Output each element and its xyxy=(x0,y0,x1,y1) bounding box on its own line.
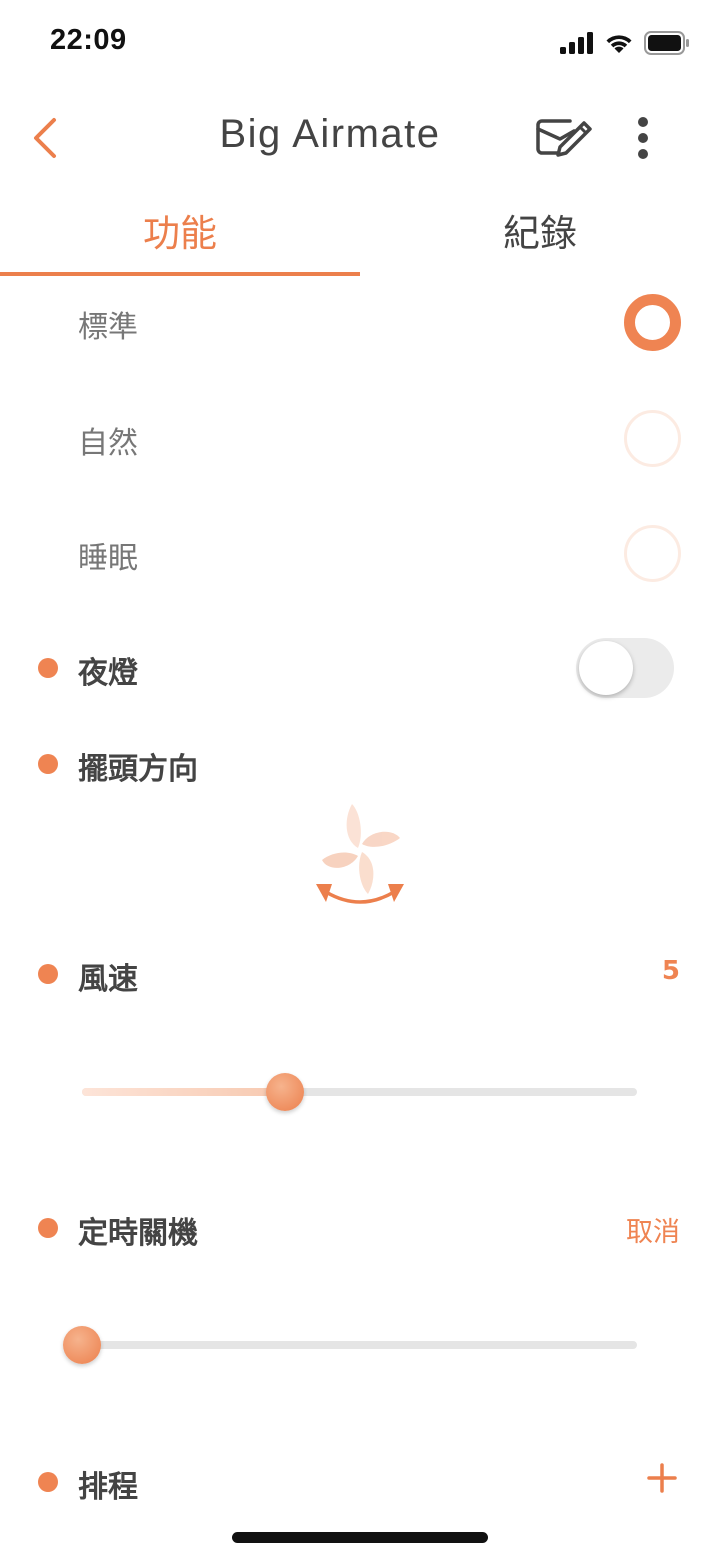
fan-speed-value: 5 xyxy=(661,956,680,986)
fan-speed-slider[interactable] xyxy=(82,1072,637,1112)
mode-label: 睡眠 xyxy=(78,541,138,576)
bullet-dot xyxy=(38,658,58,678)
timer-off-section: 定時關機 取消 xyxy=(0,1198,720,1258)
fan-speed-section: 風速 5 xyxy=(0,944,720,1004)
slider-fill xyxy=(82,1088,285,1096)
slider-thumb[interactable] xyxy=(63,1326,101,1364)
bullet-dot xyxy=(38,1472,58,1492)
page-title: Big Airmate xyxy=(219,112,441,156)
mode-label: 標準 xyxy=(78,310,138,345)
section-title: 夜燈 xyxy=(78,656,138,691)
mode-label: 自然 xyxy=(78,426,138,461)
status-icons xyxy=(560,30,690,56)
slider-track xyxy=(82,1341,637,1349)
swing-direction-section: 擺頭方向 xyxy=(0,734,720,794)
tab-active-indicator xyxy=(0,272,360,276)
wifi-icon xyxy=(606,35,632,53)
mode-radio-selected[interactable] xyxy=(624,294,681,351)
tab-functions[interactable]: 功能 xyxy=(0,196,360,276)
cellular-signal-icon xyxy=(560,32,593,54)
swing-direction-button[interactable] xyxy=(310,800,410,910)
back-button[interactable] xyxy=(20,110,70,166)
plus-icon xyxy=(647,1463,677,1493)
navigation-bar: Big Airmate xyxy=(0,96,720,184)
section-title: 排程 xyxy=(78,1470,138,1505)
chevron-left-icon xyxy=(34,118,56,158)
section-title: 風速 xyxy=(78,962,138,997)
fan-swing-icon xyxy=(316,804,404,904)
bullet-dot xyxy=(38,754,58,774)
toggle-knob xyxy=(579,641,633,695)
more-vertical-icon xyxy=(638,117,648,159)
mode-radio[interactable] xyxy=(624,410,681,467)
mode-option-sleep[interactable]: 睡眠 xyxy=(0,513,720,593)
timer-slider[interactable] xyxy=(63,1325,637,1365)
tab-records[interactable]: 紀錄 xyxy=(360,196,720,276)
edit-card-icon xyxy=(536,119,592,157)
tab-bar: 功能 紀錄 xyxy=(0,196,720,280)
status-bar: 22:09 xyxy=(0,0,720,88)
status-time: 22:09 xyxy=(50,24,127,56)
night-light-toggle[interactable] xyxy=(576,638,674,698)
schedule-section: 排程 xyxy=(0,1452,720,1512)
mode-option-natural[interactable]: 自然 xyxy=(0,398,720,478)
bullet-dot xyxy=(38,1218,58,1238)
edit-button[interactable] xyxy=(532,110,596,166)
timer-cancel-button[interactable]: 取消 xyxy=(626,1210,680,1249)
slider-thumb[interactable] xyxy=(265,1073,304,1111)
mode-option-standard[interactable]: 標準 xyxy=(0,282,720,362)
home-indicator xyxy=(232,1532,488,1543)
bullet-dot xyxy=(38,964,58,984)
section-title: 擺頭方向 xyxy=(78,752,198,787)
battery-icon xyxy=(644,31,689,55)
add-schedule-button[interactable] xyxy=(638,1454,686,1502)
mode-radio[interactable] xyxy=(624,525,681,582)
more-options-button[interactable] xyxy=(622,110,664,166)
section-title: 定時關機 xyxy=(78,1216,198,1251)
